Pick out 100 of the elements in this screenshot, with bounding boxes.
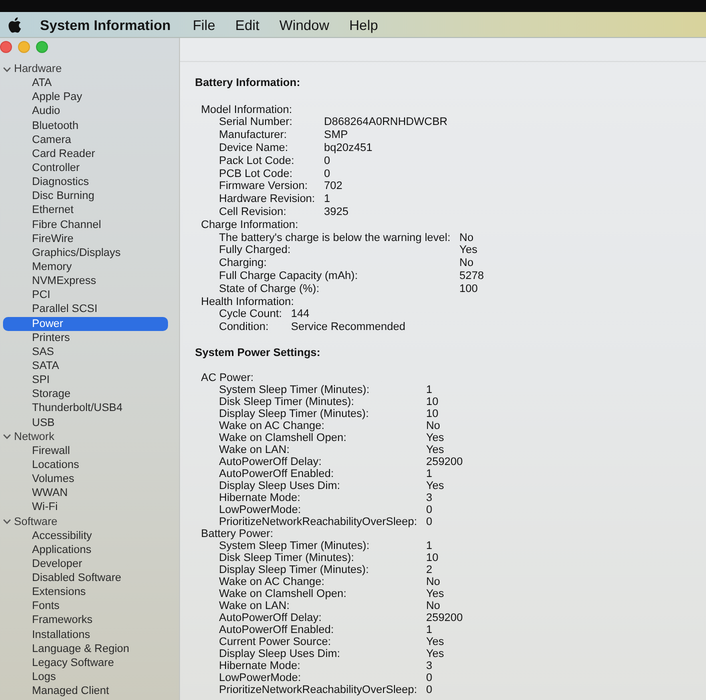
sidebar-item[interactable]: Printers <box>3 330 168 345</box>
field-value: No <box>426 576 440 588</box>
sidebar-item[interactable]: Memory <box>3 260 168 274</box>
app-menu[interactable]: System Information <box>40 16 171 32</box>
sidebar-item[interactable]: FireWire <box>3 232 168 246</box>
field-label: System Sleep Timer (Minutes): <box>219 540 370 552</box>
sidebar-item[interactable]: PCI <box>3 288 168 302</box>
field-value: 3 <box>426 660 432 672</box>
group-label: Battery Power: <box>201 528 274 540</box>
field-value: 100 <box>459 282 478 296</box>
field-value: No <box>426 420 440 432</box>
sidebar-item[interactable]: Fibre Channel <box>3 218 168 232</box>
group-label: Health Information: <box>201 296 294 308</box>
field-label: Condition: <box>219 321 269 334</box>
field-label: Display Sleep Uses Dim: <box>219 648 340 660</box>
chevron-down-icon[interactable] <box>3 519 11 524</box>
field-value: Yes <box>426 636 444 648</box>
sidebar-item[interactable]: Controller <box>3 160 168 176</box>
field-label: Device Name: <box>219 142 288 155</box>
sidebar-item[interactable]: Extensions <box>3 585 168 600</box>
field-value: 3925 <box>324 206 348 219</box>
field-value: 0 <box>426 516 432 528</box>
field-value: Yes <box>459 244 478 258</box>
sidebar-item[interactable]: Frameworks <box>3 613 168 628</box>
field-value: 0 <box>426 672 432 684</box>
field-value: SMP <box>324 129 348 142</box>
sidebar-item[interactable]: Disc Burning <box>3 189 168 204</box>
sidebar-item[interactable]: Ethernet <box>3 203 168 218</box>
field-value: Yes <box>426 432 444 444</box>
sidebar-item[interactable]: Wi-Fi <box>3 500 168 514</box>
group-label: AC Power: <box>201 372 254 384</box>
field-label: PrioritizeNetworkReachabilityOverSleep: <box>219 516 418 528</box>
menu-item[interactable]: Edit <box>235 16 260 32</box>
sidebar-item[interactable]: Accessibility <box>3 528 168 543</box>
sidebar-item[interactable]: Locations <box>3 458 168 472</box>
field-label: Hibernate Mode: <box>219 660 300 672</box>
field-label: Wake on Clamshell Open: <box>219 588 346 600</box>
sidebar-item[interactable]: Managed Client <box>3 684 168 698</box>
sidebar-item[interactable]: NVMExpress <box>3 274 168 288</box>
menu-item[interactable]: Help <box>349 16 378 32</box>
field-label: Fully Charged: <box>219 244 291 258</box>
sidebar-item[interactable]: Parallel SCSI <box>3 302 168 317</box>
close-button[interactable] <box>0 41 12 53</box>
field-label: AutoPowerOff Enabled: <box>219 624 334 636</box>
sidebar-item[interactable]: Diagnostics <box>3 175 168 190</box>
sidebar-item[interactable]: Disabled Software <box>3 571 168 586</box>
field-label: Wake on AC Change: <box>219 420 324 432</box>
group-label: Model Information: <box>201 104 292 116</box>
chevron-down-icon[interactable] <box>3 434 11 440</box>
field-label: LowPowerMode: <box>219 672 301 684</box>
field-label: AutoPowerOff Enabled: <box>219 468 334 480</box>
sidebar-item[interactable]: Power <box>3 316 168 331</box>
sidebar-item[interactable]: Card Reader <box>3 146 168 161</box>
sidebar-item[interactable]: Thunderbolt/USB4 <box>3 401 168 416</box>
field-label: PCB Lot Code: <box>219 168 292 180</box>
field-label: AutoPowerOff Delay: <box>219 456 322 468</box>
menu-item[interactable]: Window <box>279 16 330 32</box>
sidebar-item[interactable]: Graphics/Displays <box>3 246 168 260</box>
field-value: 1 <box>426 624 432 636</box>
field-value: Yes <box>426 444 444 456</box>
sidebar-item[interactable]: ATA <box>3 76 168 90</box>
sidebar-group[interactable]: Network <box>0 430 168 444</box>
field-label: Cell Revision: <box>219 206 286 219</box>
field-value: Yes <box>426 588 444 600</box>
sidebar-group[interactable]: Hardware <box>0 62 168 76</box>
sidebar-item[interactable]: Legacy Software <box>3 656 168 670</box>
sidebar-item[interactable]: Language & Region <box>3 642 168 656</box>
sidebar-item[interactable]: USB <box>3 416 168 430</box>
field-value: 0 <box>324 154 330 168</box>
sidebar-item[interactable]: Storage <box>3 387 168 402</box>
field-label: System Sleep Timer (Minutes): <box>219 384 370 396</box>
sidebar-item[interactable]: Installations <box>3 628 168 642</box>
sidebar-item[interactable]: Firewall <box>3 444 168 458</box>
field-value: 1 <box>426 384 432 396</box>
field-label: Wake on Clamshell Open: <box>219 432 346 444</box>
field-value: D868264A0RNHDWCBR <box>324 116 448 130</box>
field-value: No <box>426 600 440 612</box>
chevron-down-icon[interactable] <box>3 66 11 72</box>
apple-icon[interactable] <box>8 16 21 32</box>
field-label: Display Sleep Uses Dim: <box>219 480 340 492</box>
sidebar-item[interactable]: Bluetooth <box>3 118 168 133</box>
sidebar-item[interactable]: SPI <box>3 373 168 388</box>
sidebar-item[interactable]: Volumes <box>3 472 168 486</box>
sidebar-item[interactable]: Camera <box>3 132 168 147</box>
sidebar-item[interactable]: Developer <box>3 556 168 572</box>
sidebar-item[interactable]: Fonts <box>3 599 168 614</box>
sidebar-item[interactable]: Logs <box>3 670 168 684</box>
sidebar-item[interactable]: Audio <box>3 104 168 119</box>
sidebar-item[interactable]: Apple Pay <box>3 90 168 104</box>
sidebar-item[interactable]: SAS <box>3 344 168 359</box>
sidebar-group[interactable]: Software <box>0 514 168 529</box>
sidebar-item[interactable]: Applications <box>3 542 168 557</box>
sidebar-item[interactable]: SATA <box>3 358 168 374</box>
field-value: 1 <box>426 540 432 552</box>
menu-item[interactable]: File <box>192 16 216 32</box>
field-value: 1 <box>324 193 330 206</box>
field-value: Yes <box>426 648 444 660</box>
field-value: No <box>459 232 474 244</box>
field-label: Display Sleep Timer (Minutes): <box>219 564 369 576</box>
sidebar-item[interactable]: WWAN <box>3 486 168 500</box>
